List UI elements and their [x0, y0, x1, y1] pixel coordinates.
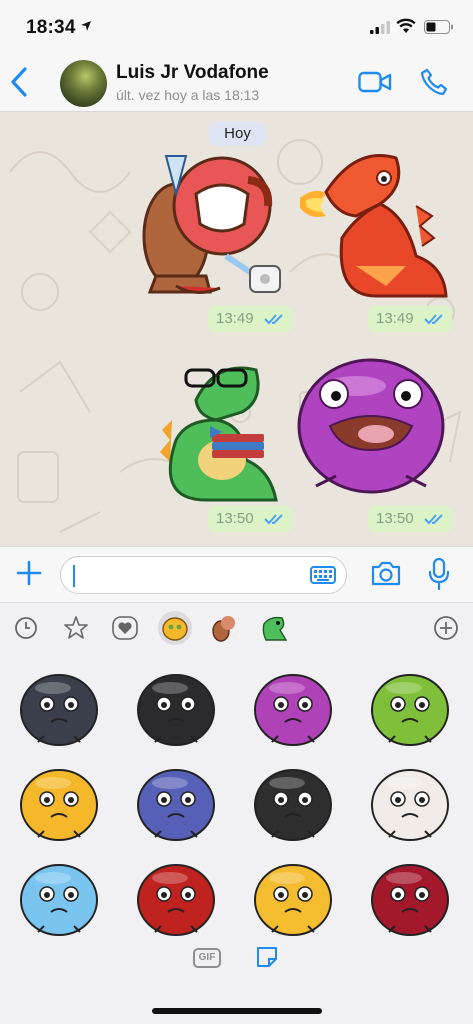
- chat-area[interactable]: Hoy 13:49 13:49 13:50 13:50: [0, 112, 473, 546]
- battery-icon: [424, 20, 453, 34]
- back-chevron-icon[interactable]: [8, 66, 32, 98]
- location-arrow-icon: [81, 21, 91, 31]
- nerd-dinosaur-sticker[interactable]: [146, 360, 296, 504]
- microphone-icon[interactable]: [428, 558, 450, 590]
- panel-bottom-tabs: GIF: [0, 941, 473, 981]
- message-time-pill: 13:49: [208, 306, 292, 332]
- plus-icon[interactable]: [16, 560, 42, 586]
- tooth-monster-sticker[interactable]: [136, 146, 296, 302]
- tooth-pack-tab[interactable]: [208, 611, 242, 645]
- sticker-grid-item[interactable]: [18, 856, 100, 938]
- purple-blob-sticker[interactable]: [296, 346, 446, 496]
- message-input[interactable]: [60, 556, 347, 594]
- double-check-icon: [424, 514, 443, 525]
- sticker-grid-item[interactable]: [252, 761, 334, 843]
- message-time-pill: 13:50: [368, 506, 452, 532]
- brown-monster-pack-icon: [212, 616, 237, 642]
- dino-pack-tab[interactable]: [258, 611, 292, 645]
- heart-icon: [112, 616, 138, 640]
- add-sticker-pack-button[interactable]: [429, 611, 463, 645]
- chat-header: Luis Jr Vodafone últ. vez hoy a las 18:1…: [0, 56, 473, 112]
- sticker-grid-item[interactable]: [18, 761, 100, 843]
- sticker-grid-item[interactable]: [369, 856, 451, 938]
- message-input-bar: [0, 546, 473, 602]
- circle-plus-icon: [434, 616, 458, 640]
- sticker-grid-item[interactable]: [135, 856, 217, 938]
- message-time-pill: 13:50: [208, 506, 292, 532]
- contact-name[interactable]: Luis Jr Vodafone: [116, 62, 269, 84]
- blob-pack-tab[interactable]: [158, 611, 192, 645]
- double-check-icon: [264, 514, 283, 525]
- sticker-grid-item[interactable]: [135, 761, 217, 843]
- home-indicator: [152, 1008, 322, 1014]
- last-seen-status: últ. vez hoy a las 18:13: [116, 87, 260, 103]
- sticker-grid-item[interactable]: [369, 761, 451, 843]
- sticker-grid-item[interactable]: [252, 666, 334, 748]
- yellow-blob-pack-icon: [162, 617, 188, 641]
- status-bar: 18:34: [0, 0, 473, 56]
- status-time: 18:34: [26, 17, 76, 38]
- signal-icon: [370, 21, 390, 34]
- double-check-icon: [424, 314, 443, 325]
- text-caret: [73, 565, 75, 587]
- favorite-stickers-tab[interactable]: [59, 611, 93, 645]
- star-icon: [64, 616, 88, 639]
- sticker-panel: GIF: [0, 602, 473, 1024]
- sticker-grid-item[interactable]: [135, 666, 217, 748]
- sticker-grid: [0, 658, 473, 948]
- fire-dinosaur-sticker[interactable]: [296, 146, 456, 302]
- camera-icon[interactable]: [371, 560, 401, 586]
- green-dino-pack-icon: [262, 616, 288, 641]
- date-label: Hoy: [209, 122, 266, 146]
- keyboard-icon[interactable]: [310, 566, 336, 584]
- sticker-grid-item[interactable]: [18, 666, 100, 748]
- love-stickers-tab[interactable]: [108, 611, 142, 645]
- double-check-icon: [264, 314, 283, 325]
- sticker-grid-item[interactable]: [369, 666, 451, 748]
- avatar[interactable]: [60, 60, 107, 107]
- sticker-grid-item[interactable]: [252, 856, 334, 938]
- sticker-pack-tray: [0, 603, 473, 653]
- video-call-icon[interactable]: [358, 70, 392, 94]
- phone-call-icon[interactable]: [420, 68, 448, 96]
- wifi-icon: [396, 18, 416, 33]
- gif-tab[interactable]: GIF: [193, 948, 221, 968]
- recent-stickers-tab[interactable]: [9, 611, 43, 645]
- message-time-pill: 13:49: [368, 306, 452, 332]
- sticker-tab-icon[interactable]: [255, 945, 279, 969]
- clock-icon: [15, 617, 37, 639]
